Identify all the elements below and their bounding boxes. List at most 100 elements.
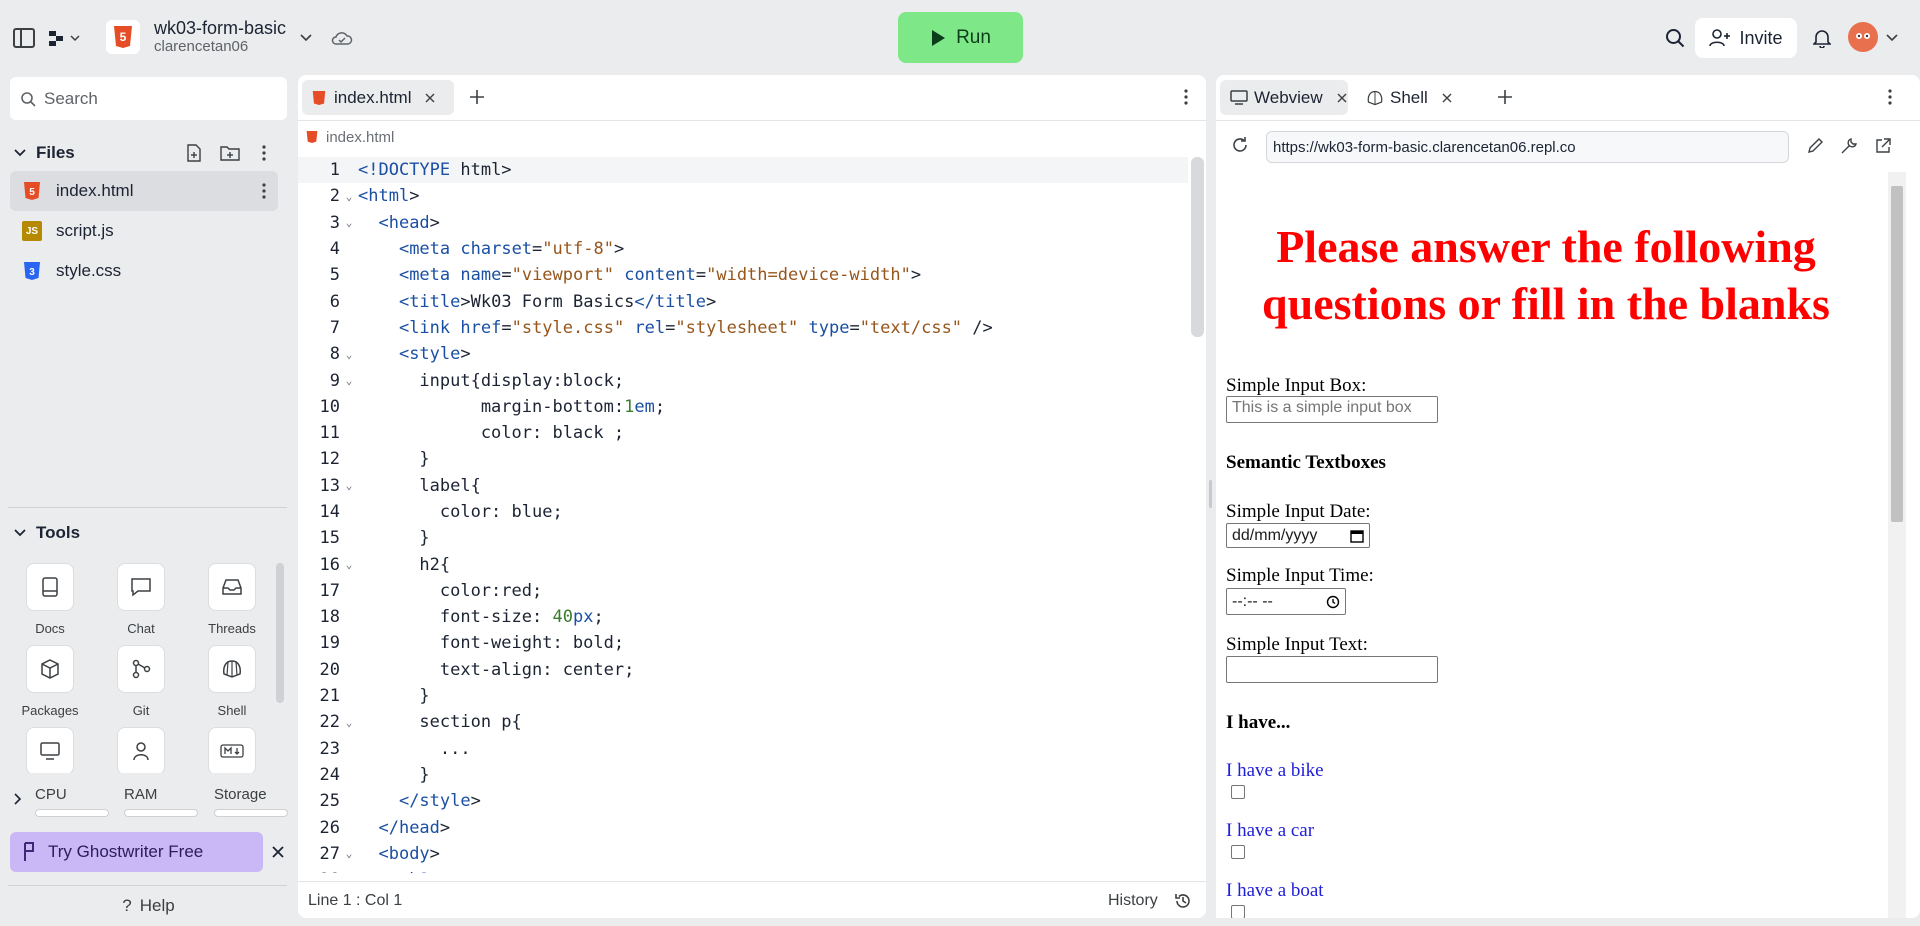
chevron-down-icon[interactable] <box>292 24 320 52</box>
checkbox-car[interactable] <box>1231 845 1245 859</box>
tool-git[interactable]: Git <box>96 645 186 727</box>
history-icon[interactable] <box>1174 892 1192 910</box>
time-input[interactable]: --:-- -- <box>1226 588 1346 615</box>
new-file-icon[interactable] <box>186 144 202 162</box>
fold-chevron-icon[interactable]: ⌄ <box>340 479 358 492</box>
tab-webview[interactable]: Webview <box>1220 80 1348 115</box>
checkbox-bike[interactable] <box>1231 785 1245 799</box>
add-tab-icon[interactable] <box>469 89 485 105</box>
refresh-icon[interactable] <box>1230 135 1250 155</box>
code-line[interactable]: 19 font-weight: bold; <box>298 630 1188 656</box>
avatar[interactable] <box>1848 22 1878 52</box>
code-line[interactable]: 7 <link href="style.css" rel="stylesheet… <box>298 315 1188 341</box>
tool-markdown[interactable] <box>187 727 275 773</box>
tool-user[interactable] <box>96 727 186 773</box>
breadcrumb[interactable]: index.html <box>306 127 394 147</box>
code-line[interactable]: 2 ⌄ <html> <box>298 183 1188 209</box>
code-line[interactable]: 26 </head> <box>298 814 1188 840</box>
close-tab-icon[interactable] <box>1442 93 1452 103</box>
bell-icon[interactable] <box>1808 24 1836 52</box>
fold-chevron-icon[interactable]: ⌄ <box>340 716 358 729</box>
close-tab-icon[interactable] <box>1337 93 1347 103</box>
date-input[interactable]: dd/mm/yyyy <box>1226 523 1370 548</box>
devtools-wrench-icon[interactable] <box>1840 137 1858 155</box>
search-icon[interactable] <box>1661 24 1689 52</box>
cursor-position[interactable]: Line 1 : Col 1 <box>308 892 402 910</box>
files-header[interactable]: Files <box>0 135 297 171</box>
fold-chevron-icon[interactable]: ⌄ <box>340 348 358 361</box>
fold-chevron-icon[interactable]: ⌄ <box>340 190 358 203</box>
fold-chevron-icon[interactable]: ⌄ <box>340 374 358 387</box>
code-line[interactable]: 11 color: black ; <box>298 420 1188 446</box>
code-line[interactable]: 18 font-size: 40px; <box>298 604 1188 630</box>
code-line[interactable]: 23 ... <box>298 736 1188 762</box>
open-new-tab-icon[interactable] <box>1874 137 1892 155</box>
tab-index-html[interactable]: index.html <box>302 80 454 115</box>
code-line[interactable]: 4 <meta charset="utf-8"> <box>298 236 1188 262</box>
close-tab-icon[interactable] <box>425 93 435 103</box>
code-line[interactable]: 1 <!DOCTYPE html> <box>298 157 1188 183</box>
invite-button[interactable]: Invite <box>1695 18 1797 58</box>
tool-chat[interactable]: Chat <box>96 563 186 645</box>
add-tab-icon[interactable] <box>1497 89 1513 105</box>
run-button[interactable]: Run <box>898 12 1023 63</box>
tool-shell[interactable]: Shell <box>187 645 275 727</box>
help-button[interactable]: ? Help <box>0 887 297 925</box>
edit-pencil-icon[interactable] <box>1806 137 1824 155</box>
code-line[interactable]: 14 color: blue; <box>298 499 1188 525</box>
webview-scrollbar-thumb[interactable] <box>1891 186 1903 522</box>
editor-scrollbar[interactable] <box>1191 157 1204 337</box>
code-area[interactable]: 1 <!DOCTYPE html> 2 ⌄ <html> 3 ⌄ <head> 4 <meta… <box>298 157 1188 873</box>
fold-chevron-icon[interactable]: ⌄ <box>340 847 358 860</box>
tool-docs[interactable]: Docs <box>5 563 95 645</box>
code-line[interactable]: 16 ⌄ h2{ <box>298 551 1188 577</box>
more-options-icon[interactable] <box>1888 89 1892 105</box>
code-line[interactable]: 5 <meta name="viewport" content="width=d… <box>298 262 1188 288</box>
code-line[interactable]: 25 </style> <box>298 788 1188 814</box>
search-field[interactable]: Search <box>10 77 287 120</box>
code-line[interactable]: 24 } <box>298 762 1188 788</box>
code-line[interactable]: 20 text-align: center; <box>298 657 1188 683</box>
calendar-icon[interactable] <box>1350 529 1364 543</box>
resource-usage[interactable]: CPU RAM Storage <box>0 781 297 821</box>
code-line[interactable]: 3 ⌄ <head> <box>298 210 1188 236</box>
url-bar[interactable]: https://wk03-form-basic.clarencetan06.re… <box>1266 131 1789 163</box>
pane-resize-handle[interactable] <box>1209 480 1212 508</box>
code-line[interactable]: 9 ⌄ input{display:block; <box>298 367 1188 393</box>
history-label[interactable]: History <box>1108 892 1158 910</box>
file-more-options-icon[interactable] <box>262 183 266 199</box>
file-item-index-html[interactable]: 5 index.html <box>0 171 280 211</box>
code-line[interactable]: 8 ⌄ <style> <box>298 341 1188 367</box>
new-folder-icon[interactable] <box>220 145 240 161</box>
sidebar-toggle-icon[interactable] <box>10 24 38 52</box>
code-line[interactable]: 22 ⌄ section p{ <box>298 709 1188 735</box>
code-line[interactable]: 28⌄ <h2> <box>298 867 1188 873</box>
fold-chevron-icon[interactable]: ⌄ <box>340 216 358 229</box>
file-item-style-css[interactable]: 3 style.css <box>0 251 280 291</box>
checkbox-label-car[interactable]: I have a car <box>1226 820 1314 842</box>
tool-monitor[interactable] <box>5 727 95 773</box>
tools-scrollbar[interactable] <box>276 563 284 703</box>
code-line[interactable]: 6 <title>Wk03 Form Basics</title> <box>298 288 1188 314</box>
code-line[interactable]: 21 } <box>298 683 1188 709</box>
file-item-script-js[interactable]: JS script.js <box>0 211 280 251</box>
simple-input-box[interactable]: This is a simple input box <box>1226 396 1438 423</box>
ghostwriter-button[interactable]: Try Ghostwriter Free <box>10 832 263 872</box>
tool-packages[interactable]: Packages <box>5 645 95 727</box>
checkbox-boat[interactable] <box>1231 905 1245 918</box>
code-line[interactable]: 13 ⌄ label{ <box>298 473 1188 499</box>
code-line[interactable]: 15 } <box>298 525 1188 551</box>
code-line[interactable]: 17 color:red; <box>298 578 1188 604</box>
replit-menu-icon[interactable] <box>44 24 84 52</box>
code-line[interactable]: 12 } <box>298 446 1188 472</box>
more-options-icon[interactable] <box>1184 89 1188 105</box>
tab-shell[interactable]: Shell <box>1356 80 1456 115</box>
repl-name[interactable]: wk03-form-basic <box>154 18 286 39</box>
clock-icon[interactable] <box>1326 595 1340 609</box>
code-line[interactable]: 27 ⌄ <body> <box>298 841 1188 867</box>
avatar-chevron-down-icon[interactable] <box>1878 24 1906 52</box>
checkbox-label-boat[interactable]: I have a boat <box>1226 880 1324 902</box>
text-input[interactable] <box>1226 656 1438 683</box>
more-options-icon[interactable] <box>262 145 266 161</box>
checkbox-label-bike[interactable]: I have a bike <box>1226 760 1324 782</box>
